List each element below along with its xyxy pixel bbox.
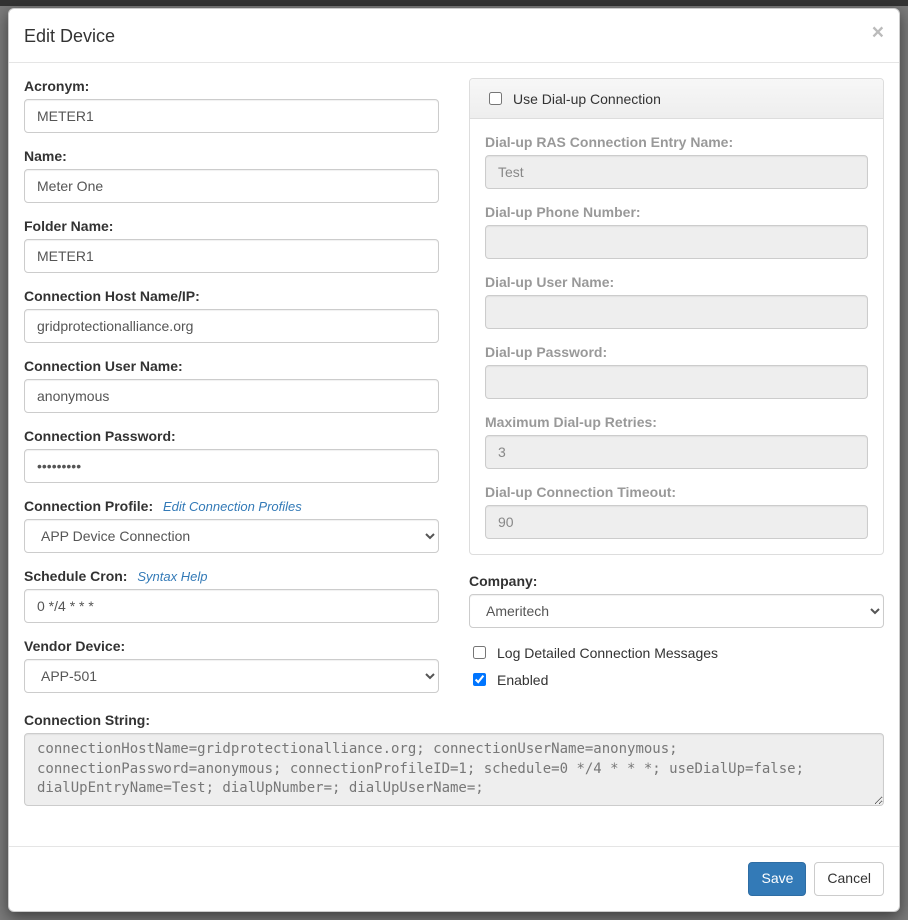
dialup-password-input — [485, 365, 868, 399]
modal-title: Edit Device — [24, 24, 115, 49]
connection-password-label: Connection Password: — [24, 428, 439, 444]
connection-user-label: Connection User Name: — [24, 358, 439, 374]
edit-device-modal: Edit Device × Acronym: Name: Folder N — [8, 8, 900, 912]
name-label: Name: — [24, 148, 439, 164]
dialup-user-input — [485, 295, 868, 329]
connection-password-input[interactable] — [24, 449, 439, 483]
edit-profiles-link[interactable]: Edit Connection Profiles — [163, 499, 302, 514]
dialup-phone-input — [485, 225, 868, 259]
dialup-timeout-label: Dial-up Connection Timeout: — [485, 484, 868, 500]
enabled-label: Enabled — [497, 672, 548, 688]
enabled-checkbox[interactable] — [473, 673, 486, 686]
modal-body: Acronym: Name: Folder Name: Connection H… — [9, 63, 899, 846]
save-button[interactable]: Save — [748, 862, 806, 896]
dialup-user-label: Dial-up User Name: — [485, 274, 868, 290]
close-button[interactable]: × — [872, 22, 884, 43]
dialup-entry-label: Dial-up RAS Connection Entry Name: — [485, 134, 868, 150]
folder-name-input[interactable] — [24, 239, 439, 273]
folder-name-label: Folder Name: — [24, 218, 439, 234]
company-label: Company: — [469, 573, 884, 589]
dialup-retries-input — [485, 435, 868, 469]
schedule-cron-input[interactable] — [24, 589, 439, 623]
modal-header: Edit Device × — [9, 9, 899, 63]
acronym-label: Acronym: — [24, 78, 439, 94]
connection-string-textarea[interactable]: connectionHostName=gridprotectionallianc… — [24, 733, 884, 806]
right-column: Use Dial-up Connection Dial-up RAS Conne… — [469, 78, 884, 708]
schedule-cron-label: Schedule Cron: Syntax Help — [24, 568, 439, 584]
name-input[interactable] — [24, 169, 439, 203]
dialup-panel-heading: Use Dial-up Connection — [470, 79, 883, 119]
dialup-timeout-input — [485, 505, 868, 539]
dialup-entry-input — [485, 155, 868, 189]
dialup-password-label: Dial-up Password: — [485, 344, 868, 360]
log-messages-checkbox[interactable] — [473, 646, 486, 659]
connection-profile-select[interactable]: APP Device Connection — [24, 519, 439, 553]
vendor-device-select[interactable]: APP-501 — [24, 659, 439, 693]
modal-footer: Save Cancel — [9, 846, 899, 911]
dialup-retries-label: Maximum Dial-up Retries: — [485, 414, 868, 430]
connection-host-label: Connection Host Name/IP: — [24, 288, 439, 304]
log-messages-label: Log Detailed Connection Messages — [497, 645, 718, 661]
use-dialup-checkbox[interactable] — [489, 92, 502, 105]
use-dialup-label: Use Dial-up Connection — [513, 91, 661, 107]
cancel-button[interactable]: Cancel — [814, 862, 884, 896]
dialup-panel: Use Dial-up Connection Dial-up RAS Conne… — [469, 78, 884, 555]
left-column: Acronym: Name: Folder Name: Connection H… — [24, 78, 439, 708]
syntax-help-link[interactable]: Syntax Help — [137, 569, 207, 584]
connection-profile-label: Connection Profile: Edit Connection Prof… — [24, 498, 439, 514]
connection-user-input[interactable] — [24, 379, 439, 413]
vendor-device-label: Vendor Device: — [24, 638, 439, 654]
connection-string-label: Connection String: — [24, 712, 884, 728]
company-select[interactable]: Ameritech — [469, 594, 884, 628]
dialup-phone-label: Dial-up Phone Number: — [485, 204, 868, 220]
connection-host-input[interactable] — [24, 309, 439, 343]
acronym-input[interactable] — [24, 99, 439, 133]
